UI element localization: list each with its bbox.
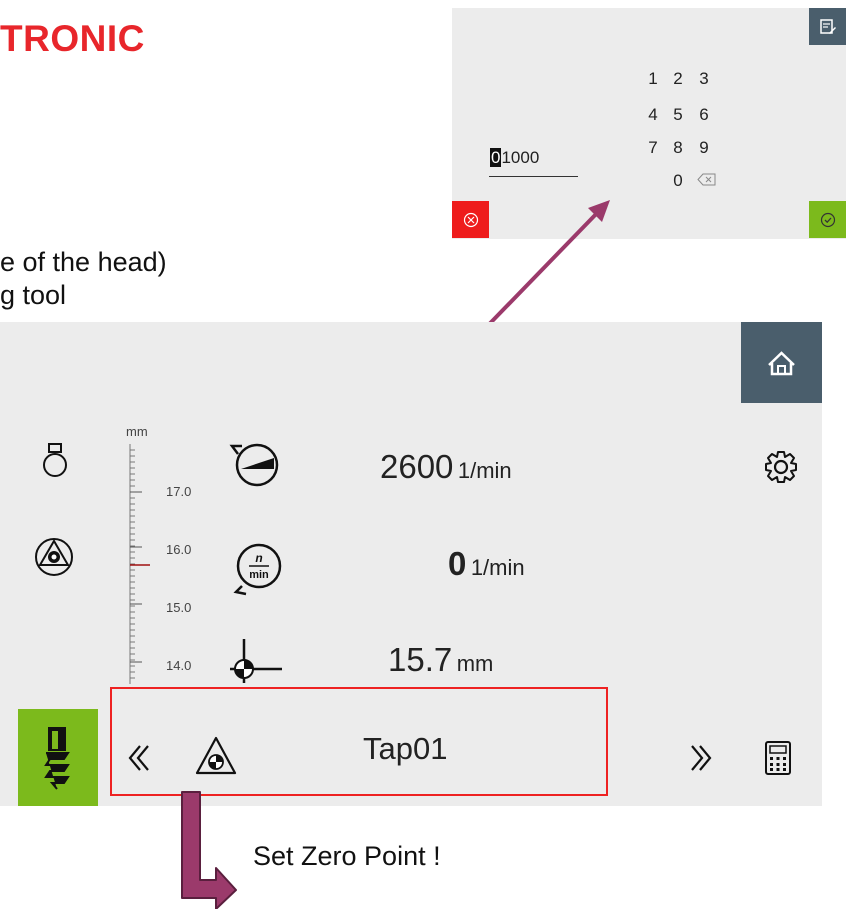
tool-bar-highlight	[110, 687, 608, 796]
depth-unit: mm	[456, 651, 494, 676]
gear-icon[interactable]	[763, 449, 799, 485]
rpm-icon-n: n	[255, 551, 262, 565]
callout-arrow	[181, 791, 237, 909]
depth-readout: 15.7 mm	[388, 641, 493, 679]
scale-label-16: 16.0	[166, 542, 192, 557]
speed-actual-unit: 1/min	[470, 555, 525, 580]
speed-actual-readout: 0 1/min	[448, 545, 525, 583]
callout-text: Set Zero Point !	[253, 841, 441, 871]
scale-label-14: 14.0	[166, 658, 192, 673]
speed-set-unit: 1/min	[457, 458, 512, 483]
speed-actual-value: 0	[448, 545, 467, 582]
bell-icon[interactable]	[38, 440, 72, 480]
speed-set-value: 2600	[380, 448, 454, 485]
scale-label-17: 17.0	[166, 484, 192, 499]
scale-label-15: 15.0	[166, 600, 192, 615]
speed-set-readout[interactable]: 2600 1/min	[380, 448, 512, 486]
home-icon	[768, 351, 795, 376]
scale-unit: mm	[126, 424, 148, 439]
chevron-right-icon[interactable]	[688, 742, 714, 774]
depth-value: 15.7	[388, 641, 453, 678]
tap-tool-button[interactable]	[18, 709, 98, 806]
calculator-icon[interactable]	[764, 740, 792, 776]
spindle-speed-icon	[229, 443, 279, 487]
coolant-icon[interactable]	[32, 535, 76, 579]
zero-point-icon	[230, 639, 282, 683]
home-button[interactable]	[741, 322, 822, 403]
depth-scale	[129, 444, 150, 684]
rpm-icon: n min	[233, 543, 282, 596]
rpm-icon-min: min	[249, 569, 269, 581]
tap-tool-icon	[44, 727, 70, 790]
